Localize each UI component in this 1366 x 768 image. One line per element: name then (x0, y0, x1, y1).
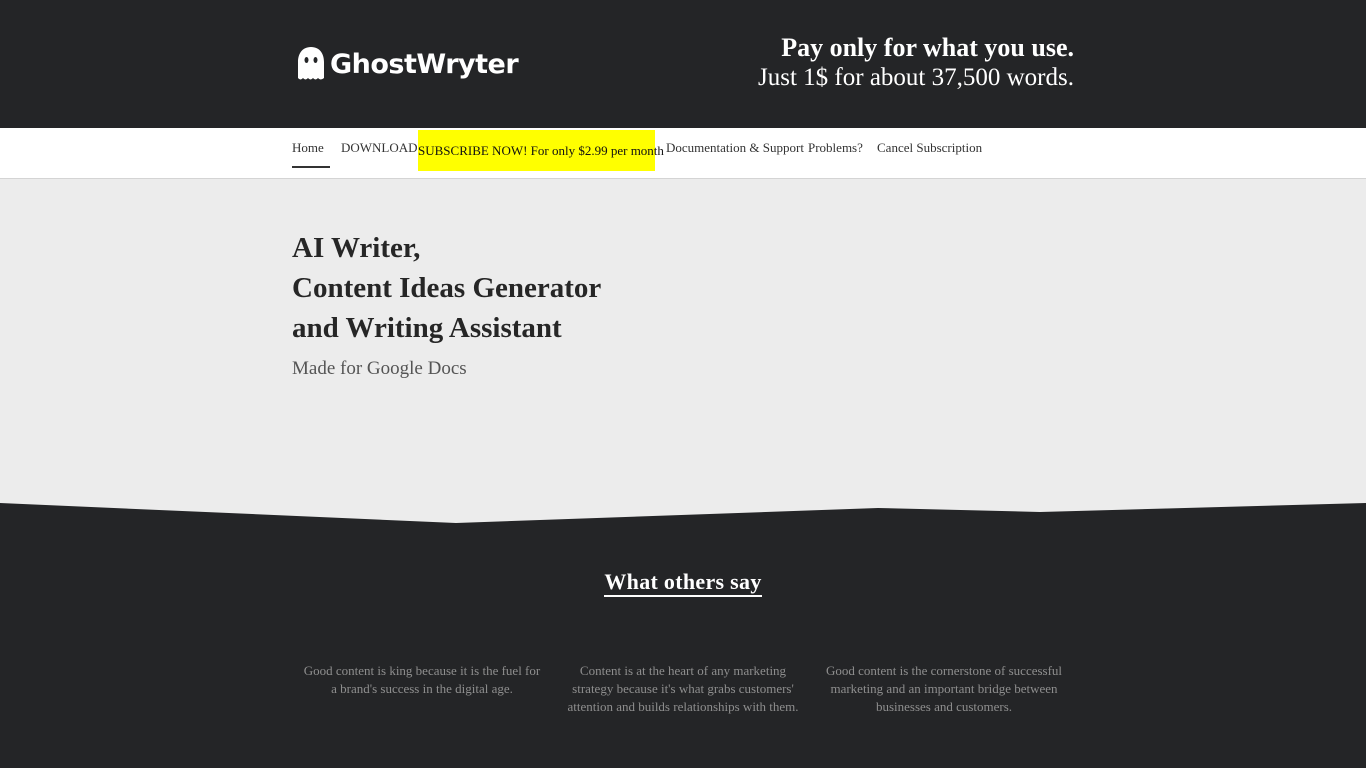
tagline-line2: Just 1$ for about 37,500 words. (758, 64, 1074, 91)
testimonials-section (0, 490, 1366, 768)
top-header: GhostWryter Pay only for what you use. J… (0, 0, 1366, 128)
main-nav: Home DOWNLOAD SUBSCRIBE NOW! For only $2… (0, 128, 1366, 179)
nav-subscribe-button[interactable]: SUBSCRIBE NOW! For only $2.99 per month (418, 130, 664, 171)
hero: AI Writer, Content Ideas Generator and W… (292, 228, 601, 382)
ghost-icon (298, 47, 324, 80)
testimonials-heading: What others say (0, 569, 1366, 597)
testimonial-quote-1: Good content is king because it is the f… (303, 663, 541, 696)
hero-title: AI Writer, Content Ideas Generator and W… (292, 228, 601, 348)
brand-logo[interactable]: GhostWryter (296, 44, 519, 84)
testimonial-quote-3: Good content is the cornerstone of succe… (825, 663, 1063, 714)
hero-title-line3: and Writing Assistant (292, 312, 562, 344)
hero-subtitle: Made for Google Docs (292, 358, 467, 379)
testimonials-title: What others say (604, 569, 762, 597)
pricing-tagline: Pay only for what you use. Just 1$ for a… (758, 33, 1074, 93)
nav-documentation[interactable]: Documentation & Support (666, 128, 804, 178)
nav-problems[interactable]: Problems? (808, 128, 863, 178)
nav-home[interactable]: Home (292, 128, 330, 168)
brand-name: GhostWryter (330, 48, 519, 80)
wave-divider (0, 503, 1366, 768)
nav-cancel-subscription[interactable]: Cancel Subscription (877, 128, 982, 178)
nav-download[interactable]: DOWNLOAD (341, 128, 418, 178)
tagline-line1: Pay only for what you use. (781, 33, 1074, 62)
testimonial-quote-2: Content is at the heart of any marketing… (567, 663, 799, 714)
hero-title-line1: AI Writer, (292, 232, 421, 264)
hero-title-line2: Content Ideas Generator (292, 272, 602, 304)
